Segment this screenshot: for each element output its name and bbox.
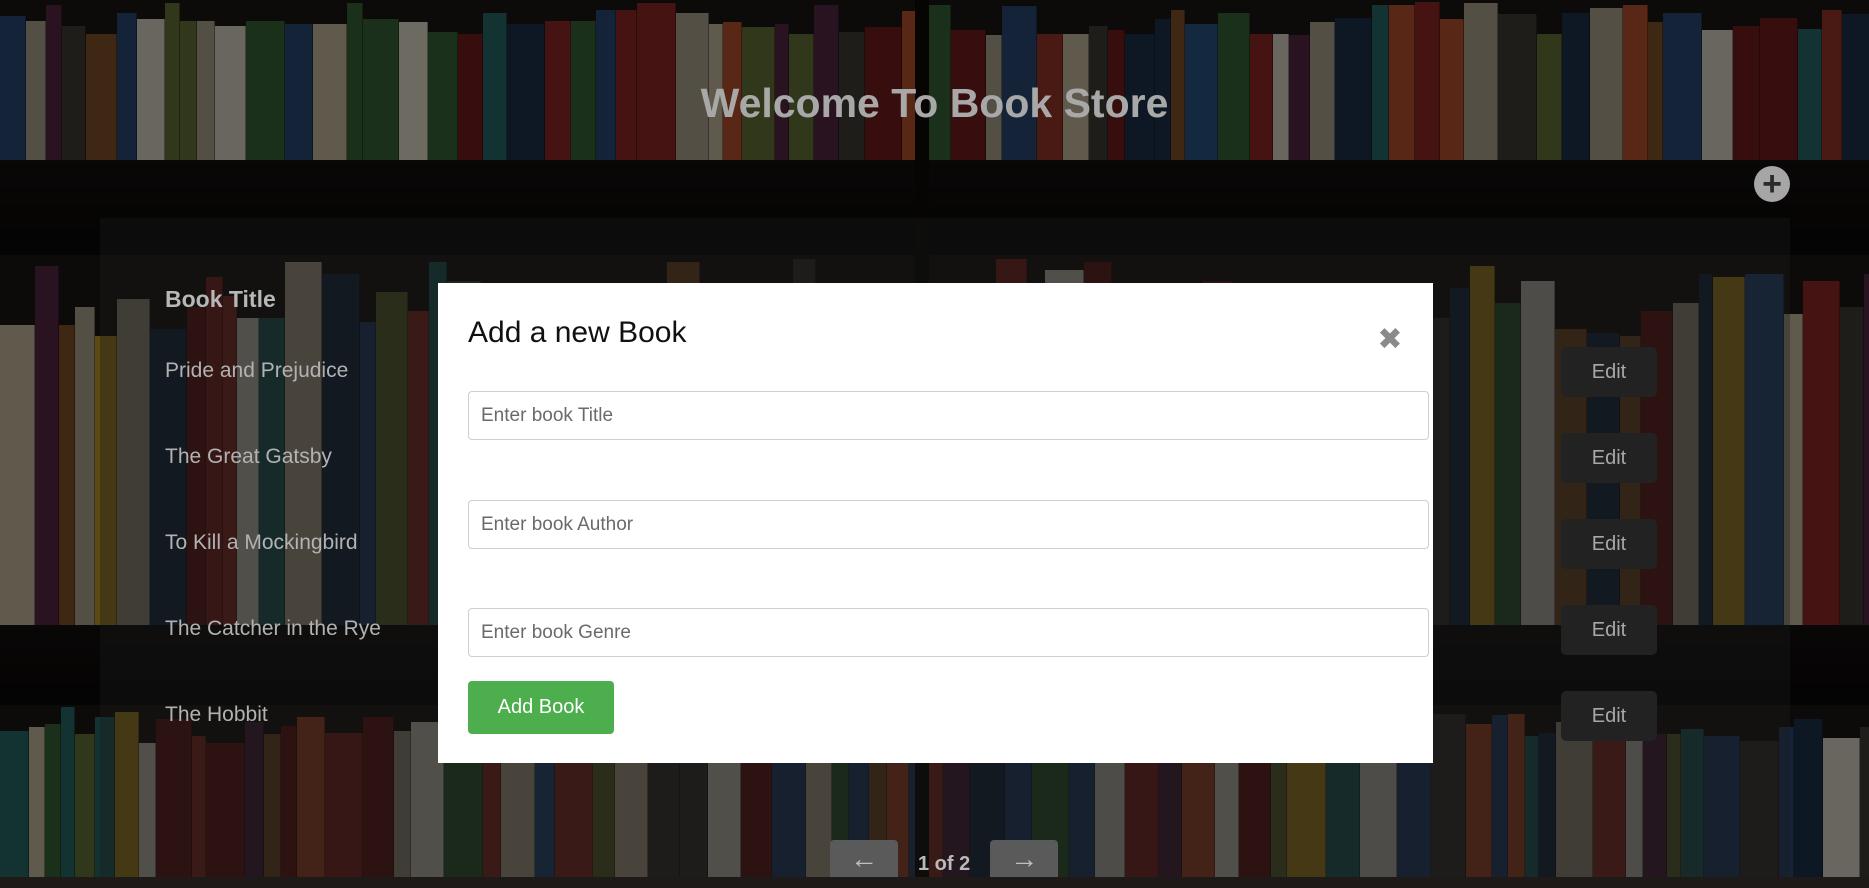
edit-button[interactable]: Edit (1561, 519, 1657, 569)
book-author-input[interactable] (468, 500, 1429, 549)
edit-button[interactable]: Edit (1561, 605, 1657, 655)
edit-button[interactable]: Edit (1561, 433, 1657, 483)
add-book-modal: Add a new Book ✖ Add Book (438, 283, 1433, 763)
close-icon[interactable]: ✖ (1377, 325, 1403, 355)
pagination: ← 1 of 2 → (830, 840, 1059, 877)
table-row-title: Pride and Prejudice (165, 359, 349, 382)
edit-button[interactable]: Edit (1561, 691, 1657, 741)
modal-title: Add a new Book (468, 316, 687, 349)
table-row-title: The Catcher in the Rye (165, 617, 381, 640)
book-title-input[interactable] (468, 391, 1429, 440)
arrow-left-icon[interactable]: ← (830, 840, 898, 877)
book-title-column-header: Book Title (165, 286, 276, 312)
page-title: Welcome To Book Store (700, 80, 1169, 126)
edit-button[interactable]: Edit (1561, 347, 1657, 397)
add-book-button[interactable]: Add Book (468, 681, 614, 734)
page-indicator: 1 of 2 (918, 853, 971, 875)
plus-circle-icon[interactable]: + (1754, 166, 1790, 202)
table-row-title: The Hobbit (165, 703, 268, 726)
table-row-title: To Kill a Mockingbird (165, 531, 358, 554)
table-row-title: The Great Gatsby (165, 445, 332, 468)
arrow-right-icon[interactable]: → (990, 840, 1059, 877)
book-genre-input[interactable] (468, 608, 1429, 657)
